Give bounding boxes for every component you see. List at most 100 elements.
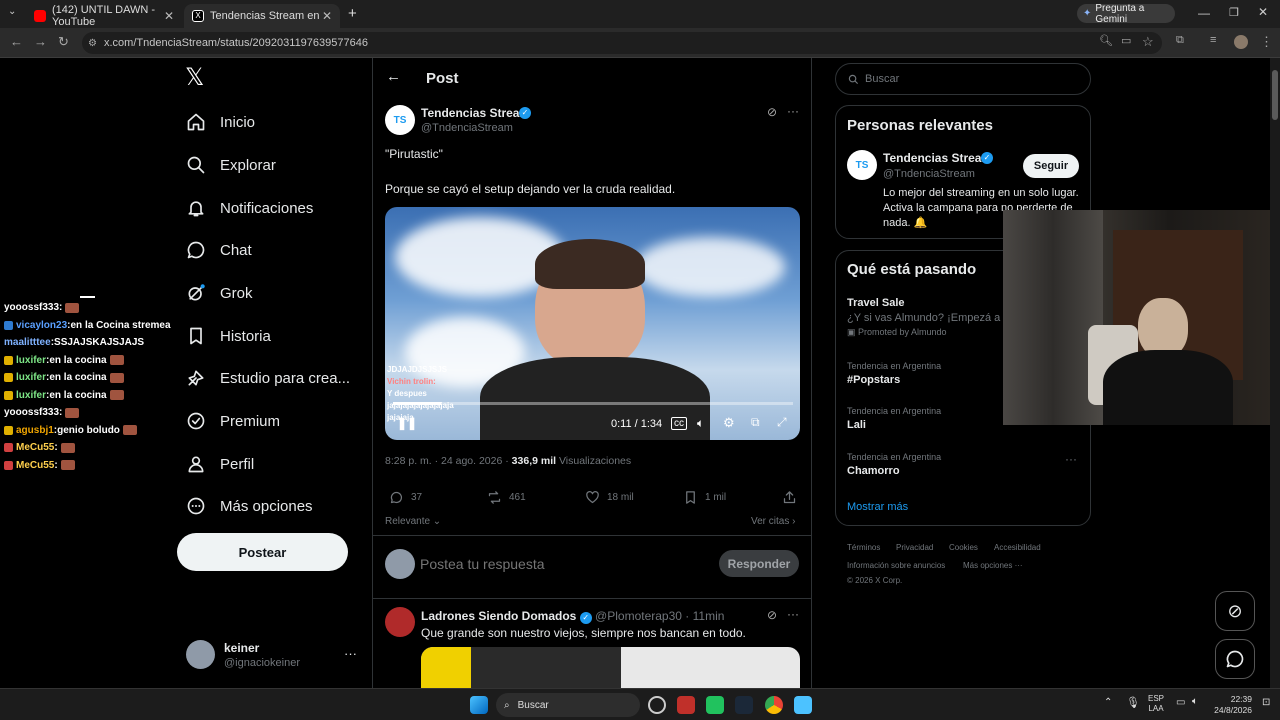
footer-link[interactable]: Privacidad xyxy=(896,543,933,552)
pause-icon[interactable]: ❚❚ xyxy=(397,416,417,430)
relevant-name[interactable]: Tendencias Stream xyxy=(883,151,992,165)
avatar[interactable]: TS xyxy=(385,105,415,135)
video-player[interactable]: JDJAJDJSJSJS Vichin trolin: Y despues ja… xyxy=(385,207,800,440)
footer-link[interactable]: Cookies xyxy=(949,543,978,552)
avatar[interactable] xyxy=(385,607,415,637)
search-box[interactable]: Buscar xyxy=(835,63,1091,95)
sidebar-item-premium[interactable]: Premium xyxy=(186,401,280,441)
sidebar-item-chat[interactable]: Chat xyxy=(186,230,252,270)
follow-button[interactable]: Seguir xyxy=(1023,154,1079,178)
zoom-icon[interactable]: 🔍︎ xyxy=(1099,34,1113,47)
footer-link[interactable]: Accesibilidad xyxy=(994,543,1041,552)
forward-icon[interactable]: → xyxy=(34,34,47,49)
footer-link[interactable]: Información sobre anuncios xyxy=(847,561,945,570)
post-timestamp[interactable]: 8:28 p. m. · 24 ago. 2026 · xyxy=(385,455,509,467)
cast-icon[interactable]: ▭ xyxy=(1121,34,1131,47)
microphone-icon[interactable]: 🎙︎ xyxy=(1126,696,1140,709)
sidebar-item-notificaciones[interactable]: Notificaciones xyxy=(186,188,313,228)
reply-button[interactable]: Responder xyxy=(719,550,799,577)
like-action[interactable]: 18 mil xyxy=(585,490,634,505)
app-icon[interactable] xyxy=(677,696,695,714)
tray-chevron-icon[interactable]: ⌃ xyxy=(1104,697,1112,708)
more-icon[interactable]: ··· xyxy=(787,607,799,621)
post-author[interactable]: Tendencias Stream xyxy=(421,106,530,120)
pip-icon[interactable]: ⧉ xyxy=(751,415,760,430)
avatar[interactable]: TS xyxy=(847,150,877,180)
reply-input[interactable] xyxy=(420,552,700,576)
media-control-icon[interactable]: ≡ xyxy=(1210,34,1216,46)
fullscreen-icon[interactable]: ⤢ xyxy=(777,415,787,430)
account-switcher[interactable]: keiner @ignaciokeiner ··· xyxy=(186,640,361,674)
relevant-handle[interactable]: @TndenciaStream xyxy=(883,168,975,180)
settings-icon[interactable]: ⚙ xyxy=(723,415,735,431)
repost-action[interactable]: 461 xyxy=(487,490,526,505)
task-view-icon[interactable] xyxy=(648,696,666,714)
trend-item[interactable]: Tendencia en Argentina #Popstars xyxy=(847,361,941,386)
star-icon[interactable]: ☆ xyxy=(1142,34,1154,50)
reply-author[interactable]: Ladrones Siendo Domados xyxy=(421,609,576,623)
steam-icon[interactable] xyxy=(735,696,753,714)
promo-item[interactable]: Travel Sale ¿Y si vas Almundo? ¡Empezá a… xyxy=(847,297,1011,338)
app-icon[interactable] xyxy=(706,696,724,714)
back-arrow-icon[interactable]: ← xyxy=(386,68,401,85)
chat-floating-button[interactable] xyxy=(1215,639,1255,679)
sidebar-item-perfil[interactable]: Perfil xyxy=(186,444,254,484)
reload-icon[interactable]: ↻ xyxy=(58,34,69,50)
taskbar-search[interactable]: ⌕ Buscar xyxy=(496,693,640,717)
footer-link[interactable]: Términos xyxy=(847,543,880,552)
new-tab-button[interactable]: + xyxy=(348,5,357,22)
close-tab-icon[interactable]: ✕ xyxy=(322,9,332,23)
bookmark-action[interactable]: 1 mil xyxy=(683,490,726,505)
grok-icon[interactable]: ⊘ xyxy=(767,608,777,622)
sidebar-item-historia[interactable]: Historia xyxy=(186,316,271,356)
tab-x-post[interactable]: X Tendencias Stream en X: "" ✕ xyxy=(184,4,340,28)
sidebar-item-grok[interactable]: Grok xyxy=(186,273,253,313)
more-icon[interactable]: ··· xyxy=(1065,452,1077,466)
grok-icon[interactable]: ⊘ xyxy=(767,105,777,119)
reply-media[interactable] xyxy=(421,647,800,688)
more-icon[interactable]: ··· xyxy=(344,646,357,661)
notifications-icon[interactable]: ⊡ xyxy=(1262,697,1270,708)
trend-item[interactable]: Tendencia en Argentina Chamorro xyxy=(847,452,941,477)
reply-time[interactable]: · 11min xyxy=(685,609,724,623)
grok-floating-button[interactable]: ⊘ xyxy=(1215,591,1255,631)
network-icon[interactable]: ▭ xyxy=(1176,697,1185,708)
show-more-link[interactable]: Mostrar más xyxy=(847,501,908,513)
post-button[interactable]: Postear xyxy=(177,533,348,571)
sidebar-item-explorar[interactable]: Explorar xyxy=(186,145,276,185)
x-logo-icon[interactable]: 𝕏 xyxy=(185,63,204,91)
close-window-button[interactable]: ✕ xyxy=(1258,5,1268,19)
tab-youtube[interactable]: (142) UNTIL DAWN - YouTube ✕ xyxy=(26,4,182,28)
sort-dropdown[interactable]: Relevante ⌄ xyxy=(385,516,441,527)
windows-start-icon[interactable] xyxy=(470,696,488,714)
sidebar-item-mas-opciones[interactable]: Más opciones xyxy=(186,486,313,526)
minimize-button[interactable]: — xyxy=(1198,6,1210,20)
reply-action[interactable]: 37 xyxy=(389,490,422,505)
footer-link[interactable]: Más opciones ··· xyxy=(963,561,1023,570)
share-action[interactable] xyxy=(782,490,804,505)
back-icon[interactable]: ← xyxy=(10,34,23,49)
scrollbar-thumb[interactable] xyxy=(1272,70,1278,120)
menu-icon[interactable]: ⋮ xyxy=(1260,34,1273,50)
scrollbar[interactable] xyxy=(1270,58,1280,688)
post-handle[interactable]: @TndenciaStream xyxy=(421,122,513,134)
site-info-icon[interactable]: ⚙ xyxy=(88,38,97,49)
tab-list-chevron-icon[interactable]: ⌄ xyxy=(8,6,16,17)
gemini-button[interactable]: ✦ Pregunta a Gemini xyxy=(1077,3,1175,25)
trend-item[interactable]: Tendencia en Argentina Lali xyxy=(847,406,941,431)
close-tab-icon[interactable]: ✕ xyxy=(164,9,174,23)
maximize-button[interactable]: ❐ xyxy=(1229,6,1239,19)
sidebar-item-estudio[interactable]: Estudio para crea... xyxy=(186,358,350,398)
speaker-icon[interactable]: 🔈︎ xyxy=(1192,696,1198,707)
extensions-icon[interactable]: ⧉ xyxy=(1176,34,1184,47)
reply-handle[interactable]: @Plomoterap30 xyxy=(595,609,682,623)
volume-icon[interactable]: 🔈︎ xyxy=(697,416,704,431)
captions-icon[interactable]: cc xyxy=(671,417,687,430)
notepad-icon[interactable] xyxy=(794,696,812,714)
chrome-icon[interactable] xyxy=(765,696,783,714)
more-icon[interactable]: ··· xyxy=(787,104,799,118)
quotes-link[interactable]: Ver citas › xyxy=(751,516,795,527)
address-bar[interactable]: ⚙ x.com/TndenciaStream/status/2092031197… xyxy=(82,32,1162,54)
language-indicator[interactable]: ESP LAA xyxy=(1148,694,1164,714)
clock[interactable]: 22:39 24/8/2026 xyxy=(1212,694,1252,716)
